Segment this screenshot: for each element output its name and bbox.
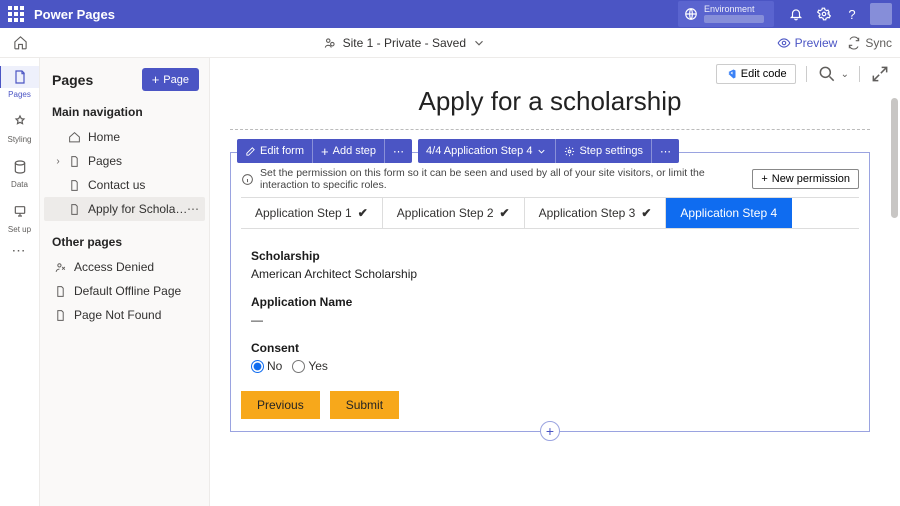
toolbar-more-1[interactable]: ⋯: [385, 139, 412, 163]
design-canvas: Edit code ⌄ Apply for a scholarship Edit…: [210, 58, 900, 506]
consent-yes-option[interactable]: Yes: [292, 359, 328, 373]
rail-styling[interactable]: Styling: [0, 105, 40, 150]
environment-name: [704, 15, 764, 23]
zoom-icon[interactable]: [817, 64, 837, 84]
document-icon: [52, 285, 68, 298]
app-launcher-icon[interactable]: [8, 6, 24, 22]
setup-icon: [12, 204, 28, 220]
help-icon[interactable]: ?: [838, 0, 866, 28]
edit-code-button[interactable]: Edit code: [716, 64, 796, 84]
multistep-form: Edit form +Add step ⋯ 4/4 Application St…: [230, 152, 870, 432]
user-avatar[interactable]: [870, 3, 892, 25]
command-bar: Site 1 - Private - Saved Preview Sync: [0, 28, 900, 58]
field-label-scholarship: Scholarship: [251, 249, 849, 263]
rail-setup[interactable]: Set up: [0, 195, 40, 240]
step-tab-3[interactable]: Application Step 3✔: [525, 198, 667, 228]
data-icon: [12, 159, 28, 175]
item-more-icon[interactable]: ⋯: [187, 202, 199, 216]
check-icon: ✔: [641, 206, 651, 220]
rail-data[interactable]: Data: [0, 150, 40, 195]
add-section-button[interactable]: +: [540, 421, 560, 441]
chevron-down-icon[interactable]: ⌄: [841, 69, 849, 80]
nav-item-apply-scholarship[interactable]: Apply for Scholars... ⋯: [44, 197, 205, 221]
nav-item-offline[interactable]: Default Offline Page: [44, 279, 205, 303]
pages-icon: [12, 69, 28, 85]
step-indicator-button[interactable]: 4/4 Application Step 4: [418, 139, 555, 163]
preview-button[interactable]: Preview: [777, 36, 838, 50]
consent-no-radio[interactable]: [251, 360, 264, 373]
pages-sidebar: Pages +Page Main navigation Home › Pages…: [40, 58, 210, 506]
site-label: Site 1 - Private - Saved: [343, 36, 466, 50]
chevron-down-icon: [536, 146, 547, 157]
chevron-down-icon: [472, 36, 486, 50]
form-body: Scholarship American Architect Scholarsh…: [231, 229, 869, 391]
expand-icon[interactable]: [870, 64, 890, 84]
toolbar-more-2[interactable]: ⋯: [652, 139, 679, 163]
lock-icon: [52, 261, 68, 274]
notifications-icon[interactable]: [782, 0, 810, 28]
home-icon: [66, 131, 82, 144]
field-label-consent: Consent: [251, 341, 849, 355]
section-divider: [230, 129, 870, 130]
nav-item-pages[interactable]: › Pages: [44, 149, 205, 173]
step-tab-4[interactable]: Application Step 4: [666, 198, 792, 228]
section-other-pages: Other pages: [40, 229, 209, 255]
nav-item-notfound[interactable]: Page Not Found: [44, 303, 205, 327]
nav-item-home[interactable]: Home: [44, 125, 205, 149]
document-icon: [66, 203, 82, 216]
step-settings-button[interactable]: Step settings: [556, 139, 651, 163]
nav-item-contact[interactable]: Contact us: [44, 173, 205, 197]
document-icon: [52, 309, 68, 322]
add-page-button[interactable]: +Page: [142, 68, 199, 91]
document-icon: [66, 179, 82, 192]
site-switcher[interactable]: Site 1 - Private - Saved: [32, 36, 777, 50]
field-value-appname: —: [251, 313, 849, 327]
settings-icon[interactable]: [810, 0, 838, 28]
home-icon[interactable]: [8, 35, 32, 50]
submit-button[interactable]: Submit: [330, 391, 399, 419]
form-toolbar: Edit form +Add step ⋯ 4/4 Application St…: [237, 139, 679, 163]
field-value-scholarship: American Architect Scholarship: [251, 267, 849, 281]
step-tabs: Application Step 1✔ Application Step 2✔ …: [241, 197, 859, 229]
section-main-nav: Main navigation: [40, 99, 209, 125]
nav-item-access-denied[interactable]: Access Denied: [44, 255, 205, 279]
product-name: Power Pages: [34, 7, 115, 22]
step-tab-2[interactable]: Application Step 2✔: [383, 198, 525, 228]
sidebar-title: Pages: [52, 72, 93, 88]
field-label-appname: Application Name: [251, 295, 849, 309]
page-title: Apply for a scholarship: [230, 86, 870, 117]
sync-button[interactable]: Sync: [847, 36, 892, 50]
rail-pages[interactable]: Pages: [0, 60, 40, 105]
environment-picker[interactable]: Environment: [678, 1, 774, 27]
check-icon: ✔: [500, 206, 510, 220]
edit-form-button[interactable]: Edit form: [237, 139, 312, 163]
consent-yes-radio[interactable]: [292, 360, 305, 373]
permission-message: Set the permission on this form so it ca…: [241, 167, 744, 191]
global-header: Power Pages Environment ?: [0, 0, 900, 28]
previous-button[interactable]: Previous: [241, 391, 320, 419]
document-icon: [66, 155, 82, 168]
info-icon: [241, 173, 254, 186]
nav-rail: Pages Styling Data Set up ⋯: [0, 58, 40, 506]
check-icon: ✔: [358, 206, 368, 220]
new-permission-button[interactable]: +New permission: [752, 169, 859, 189]
rail-more[interactable]: ⋯: [12, 242, 28, 259]
chevron-right-icon: ›: [52, 156, 64, 167]
styling-icon: [12, 114, 28, 130]
consent-no-option[interactable]: No: [251, 359, 282, 373]
step-tab-1[interactable]: Application Step 1✔: [241, 198, 383, 228]
vscode-icon: [725, 68, 737, 80]
environment-label: Environment: [704, 5, 764, 15]
add-step-button[interactable]: +Add step: [313, 139, 384, 163]
